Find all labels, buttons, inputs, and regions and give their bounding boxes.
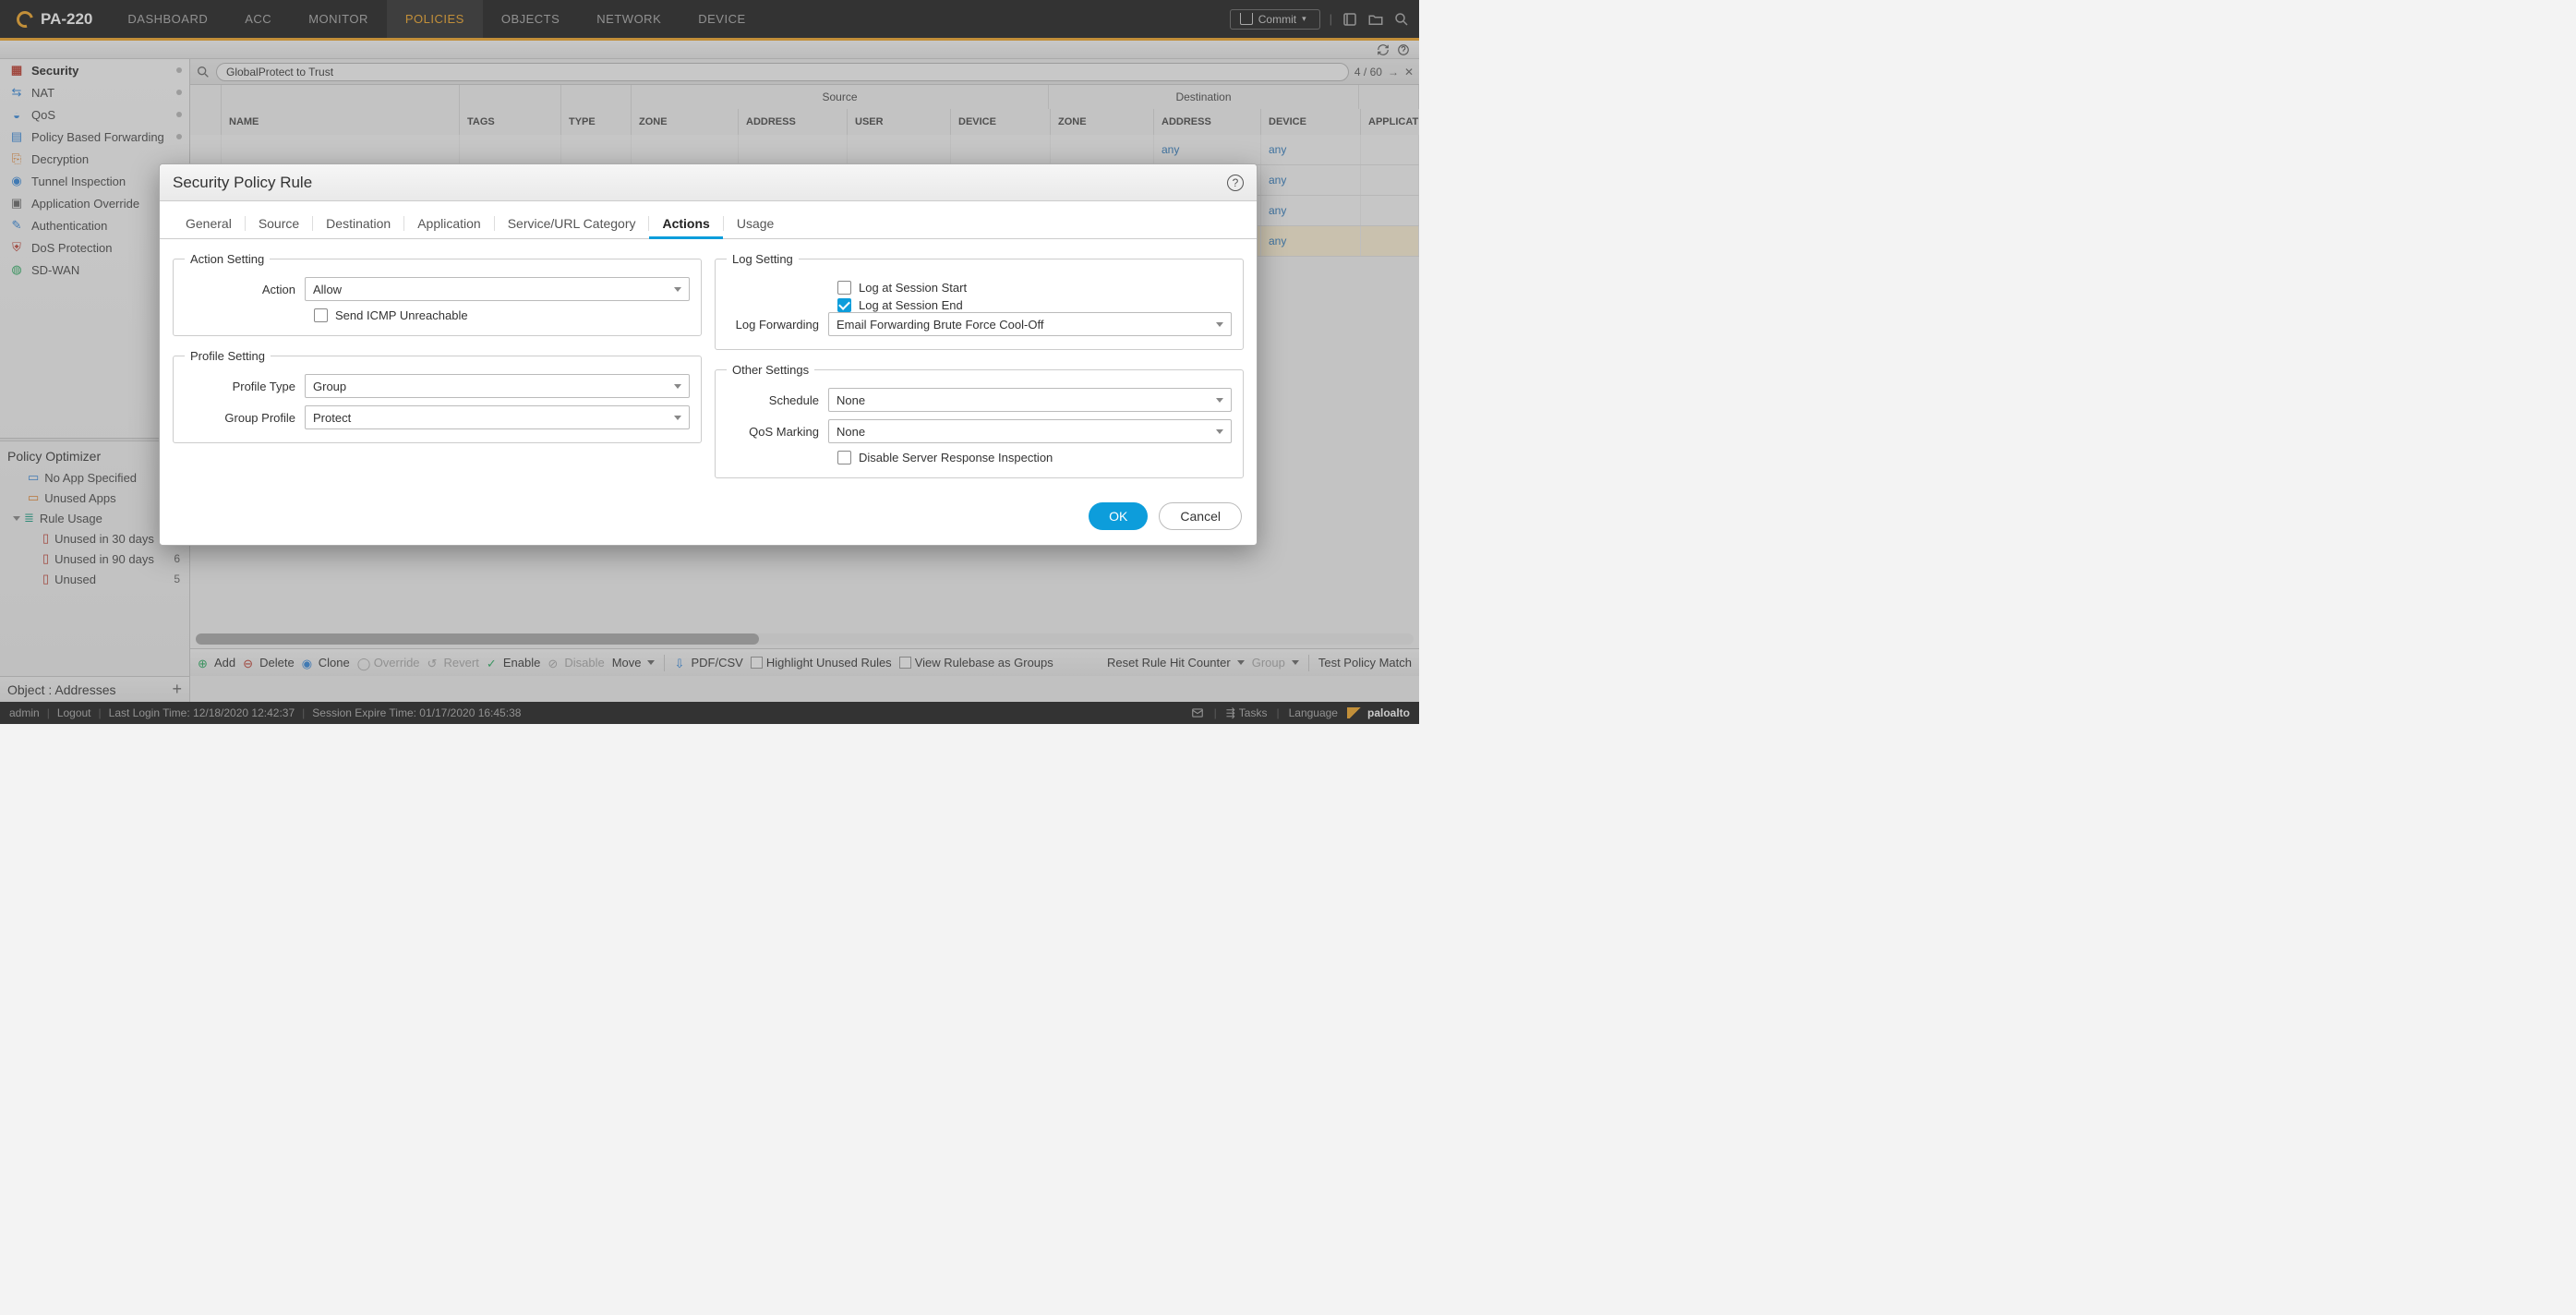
- log-end-checkbox[interactable]: [837, 298, 851, 312]
- tab-source[interactable]: Source: [246, 209, 312, 238]
- dialog-tabs: General Source Destination Application S…: [160, 209, 1257, 239]
- legend: Profile Setting: [185, 349, 271, 363]
- legend: Other Settings: [727, 363, 814, 377]
- log-forwarding-label: Log Forwarding: [727, 318, 828, 332]
- dsri-checkbox[interactable]: [837, 451, 851, 464]
- tab-general[interactable]: General: [173, 209, 245, 238]
- dialog-body: Action Setting Action Allow Send ICMP Un…: [160, 239, 1257, 491]
- select-value: Group: [313, 380, 346, 393]
- dialog-footer: OK Cancel: [160, 491, 1257, 545]
- tab-actions[interactable]: Actions: [649, 209, 722, 238]
- schedule-select[interactable]: None: [828, 388, 1232, 412]
- other-settings-group: Other Settings Schedule None QoS Marking…: [715, 363, 1244, 478]
- qos-select[interactable]: None: [828, 419, 1232, 443]
- help-icon[interactable]: ?: [1227, 175, 1244, 191]
- log-start-label: Log at Session Start: [859, 281, 967, 295]
- log-setting-group: Log Setting Log at Session Start Log at …: [715, 252, 1244, 350]
- action-setting-group: Action Setting Action Allow Send ICMP Un…: [173, 252, 702, 336]
- legend: Action Setting: [185, 252, 270, 266]
- legend: Log Setting: [727, 252, 799, 266]
- tab-application[interactable]: Application: [404, 209, 494, 238]
- select-value: Email Forwarding Brute Force Cool-Off: [837, 318, 1043, 332]
- dsri-label: Disable Server Response Inspection: [859, 451, 1053, 464]
- dialog-header[interactable]: Security Policy Rule ?: [160, 164, 1257, 201]
- profile-type-label: Profile Type: [185, 380, 305, 393]
- log-forwarding-select[interactable]: Email Forwarding Brute Force Cool-Off: [828, 312, 1232, 336]
- qos-label: QoS Marking: [727, 425, 828, 439]
- profile-type-select[interactable]: Group: [305, 374, 690, 398]
- group-profile-label: Group Profile: [185, 411, 305, 425]
- icmp-checkbox[interactable]: [314, 308, 328, 322]
- btn-label: Cancel: [1180, 509, 1221, 524]
- schedule-label: Schedule: [727, 393, 828, 407]
- cancel-button[interactable]: Cancel: [1159, 502, 1242, 530]
- tab-usage[interactable]: Usage: [724, 209, 787, 238]
- tab-destination[interactable]: Destination: [313, 209, 403, 238]
- btn-label: OK: [1109, 509, 1127, 524]
- select-value: None: [837, 393, 865, 407]
- tab-service-url[interactable]: Service/URL Category: [495, 209, 649, 238]
- action-label: Action: [185, 283, 305, 296]
- ok-button[interactable]: OK: [1089, 502, 1148, 530]
- action-select[interactable]: Allow: [305, 277, 690, 301]
- group-profile-select[interactable]: Protect: [305, 405, 690, 429]
- security-policy-rule-dialog: Security Policy Rule ? General Source De…: [159, 163, 1258, 546]
- select-value: Protect: [313, 411, 351, 425]
- log-start-checkbox[interactable]: [837, 281, 851, 295]
- icmp-label: Send ICMP Unreachable: [335, 308, 468, 322]
- log-end-label: Log at Session End: [859, 298, 963, 312]
- dialog-title: Security Policy Rule: [173, 174, 312, 192]
- select-value: None: [837, 425, 865, 439]
- select-value: Allow: [313, 283, 342, 296]
- profile-setting-group: Profile Setting Profile Type Group Group…: [173, 349, 702, 443]
